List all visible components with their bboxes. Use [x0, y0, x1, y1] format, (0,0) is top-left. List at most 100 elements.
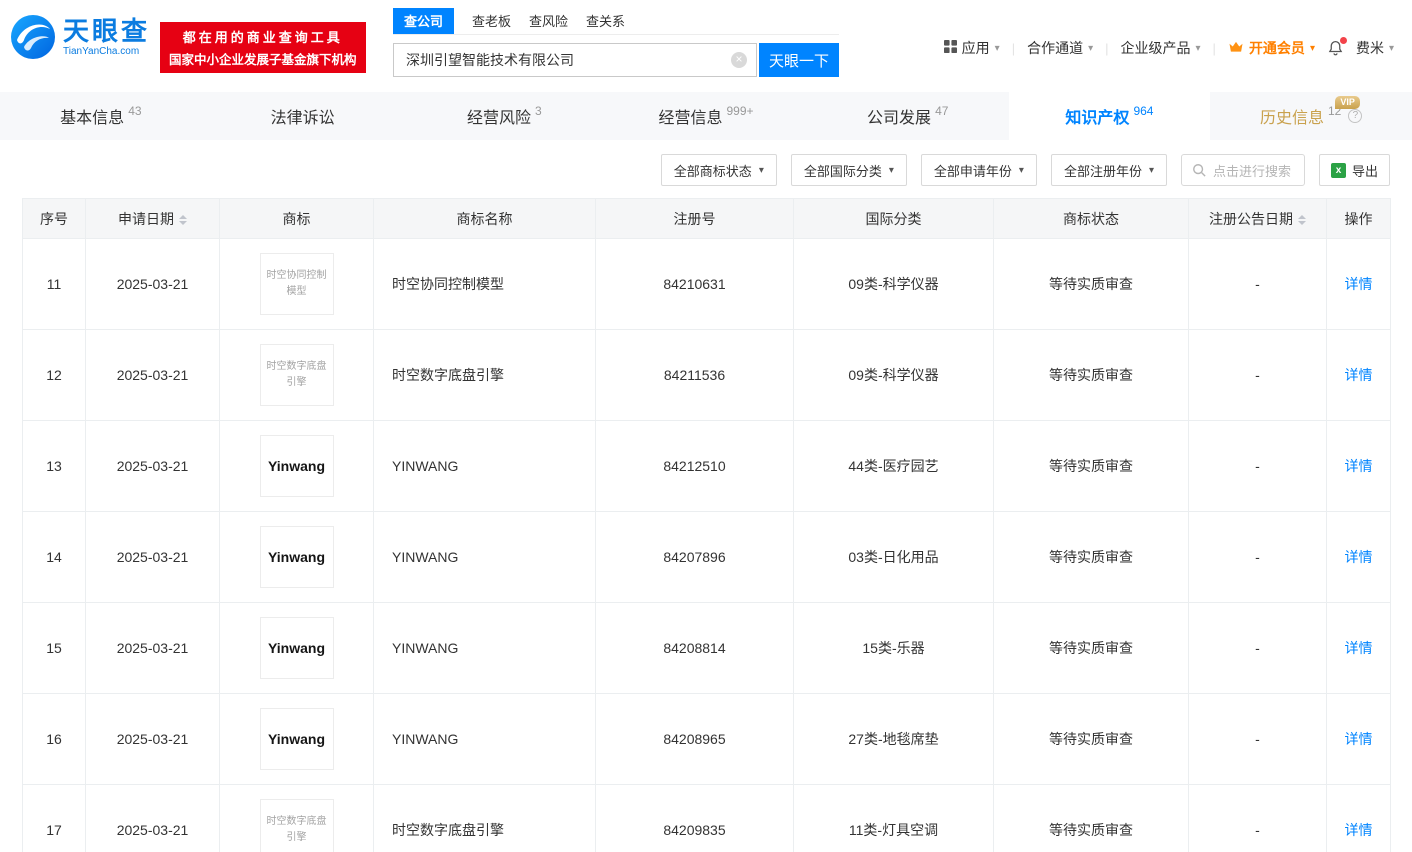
tab-count: 43: [128, 104, 142, 118]
cell-apply-date: 2025-03-21: [85, 784, 220, 852]
notification-dot: [1339, 37, 1347, 44]
notification-bell[interactable]: [1327, 37, 1347, 57]
cell-status: 等待实质审查: [993, 693, 1189, 785]
help-icon[interactable]: ?: [1348, 109, 1363, 123]
tab-法律诉讼[interactable]: 法律诉讼: [202, 92, 404, 140]
user-name: 费米: [1355, 40, 1384, 56]
tab-基本信息[interactable]: 基本信息 43: [0, 92, 202, 140]
detail-link[interactable]: 详情: [1345, 731, 1373, 747]
cell-intl-class: 15类-乐器: [793, 602, 994, 694]
detail-link[interactable]: 详情: [1345, 640, 1373, 656]
col-header-商标: 商标: [219, 198, 374, 239]
detail-link[interactable]: 详情: [1345, 549, 1373, 565]
nav-item-label: 企业级产品: [1120, 40, 1191, 56]
company-search-input[interactable]: [393, 43, 757, 77]
logo-text: 天眼查 TianYanCha.com: [63, 17, 150, 58]
detail-link[interactable]: 详情: [1345, 822, 1373, 838]
chevron-down-icon: ▾: [994, 42, 1000, 54]
tab-知识产权[interactable]: 知识产权 964: [1008, 92, 1211, 140]
nav-item-企业级产品[interactable]: 企业级产品 ▾: [1121, 38, 1201, 58]
cell-reg-number: 84210631: [595, 238, 794, 330]
filter-dropdown-label: 全部商标状态: [673, 163, 752, 179]
col-header-商标名称: 商标名称: [373, 198, 596, 239]
cell-trademark-image: 时空协同控制模型: [219, 238, 374, 330]
cell-action: 详情: [1326, 511, 1391, 603]
nav-item-label: 应用: [961, 40, 990, 56]
tab-经营信息[interactable]: 经营信息 999+: [605, 92, 807, 140]
export-button[interactable]: x 导出: [1318, 154, 1390, 186]
cell-reg-number: 84208965: [595, 693, 794, 785]
company-tab-bar: 基本信息 43 法律诉讼 经营风险 3 经营信息 999+ 公司发展 47 知识产权 964 历史信息…: [0, 92, 1412, 140]
cell-apply-date: 2025-03-21: [85, 238, 220, 330]
trademark-image[interactable]: Yinwang: [259, 617, 334, 679]
trademark-image[interactable]: Yinwang: [259, 526, 334, 588]
nav-item-应用[interactable]: 应用 ▾: [943, 38, 1000, 58]
filter-dropdowns: 全部商标状态 ▾ 全部国际分类 ▾ 全部申请年份 ▾ 全部注册年份 ▾: [660, 154, 1167, 186]
cell-intl-class: 27类-地毯席垫: [793, 693, 994, 785]
col-header-申请日期[interactable]: 申请日期: [85, 198, 220, 239]
cell-trademark-name: 时空数字底盘引擎: [373, 329, 596, 421]
logo[interactable]: 天眼查 TianYanCha.com: [10, 14, 150, 60]
search-input-wrap: ×: [393, 43, 757, 77]
filter-dropdown-全部商标状态[interactable]: 全部商标状态 ▾: [660, 154, 777, 186]
filter-bar: 全部商标状态 ▾ 全部国际分类 ▾ 全部申请年份 ▾ 全部注册年份 ▾ 点击进行搜索 x 导出: [22, 154, 1390, 186]
filter-dropdown-全部注册年份[interactable]: 全部注册年份 ▾: [1050, 154, 1167, 186]
nav-separator: |: [1212, 40, 1216, 56]
col-header-label: 商标名称: [456, 210, 513, 227]
nav-item-合作通道[interactable]: 合作通道 ▾: [1027, 38, 1093, 58]
cell-reg-number: 84208814: [595, 602, 794, 694]
nav-item-label: 开通会员: [1248, 40, 1305, 56]
detail-link[interactable]: 详情: [1345, 458, 1373, 474]
nav-separator: |: [1011, 40, 1016, 56]
filter-dropdown-label: 全部国际分类: [803, 163, 882, 179]
col-header-label: 操作: [1344, 210, 1373, 227]
filter-dropdown-全部国际分类[interactable]: 全部国际分类 ▾: [790, 154, 907, 186]
detail-link[interactable]: 详情: [1345, 367, 1373, 383]
tab-label: 法律诉讼: [270, 110, 335, 127]
trademark-image[interactable]: 时空数字底盘引擎: [259, 799, 334, 852]
tab-公司发展[interactable]: 公司发展 47: [807, 92, 1009, 140]
tab-经营风险[interactable]: 经营风险 3: [403, 92, 605, 140]
chevron-down-icon: ▾: [1195, 42, 1201, 54]
sort-icon[interactable]: [1298, 214, 1306, 225]
excel-icon: x: [1330, 162, 1346, 178]
trademark-table-body: 11 2025-03-21 时空协同控制模型 时空协同控制模型 84210631 09类-…: [22, 238, 1391, 852]
cell-announce-date: -: [1188, 784, 1327, 852]
user-menu[interactable]: 费米 ▾: [1356, 38, 1394, 58]
cell-action: 详情: [1326, 329, 1391, 421]
search-tab-查关系[interactable]: 查关系: [586, 11, 625, 34]
trademark-image[interactable]: 时空数字底盘引擎: [259, 344, 334, 406]
search-tab-查风险[interactable]: 查风险: [529, 11, 568, 34]
tab-历史信息[interactable]: 历史信息 12 VIP?: [1210, 92, 1412, 140]
cell-trademark-image: 时空数字底盘引擎: [219, 784, 374, 852]
trademark-row: 12 2025-03-21 时空数字底盘引擎 时空数字底盘引擎 84211536 09类-…: [22, 329, 1391, 421]
cell-trademark-image: Yinwang: [219, 420, 374, 512]
trademark-image[interactable]: Yinwang: [259, 708, 334, 770]
cell-index: 15: [22, 602, 86, 694]
chevron-down-icon: ▾: [1309, 42, 1315, 54]
search-button[interactable]: 天眼一下: [759, 43, 839, 77]
trademark-image[interactable]: 时空协同控制模型: [259, 253, 334, 315]
trademark-search-box[interactable]: 点击进行搜索: [1180, 154, 1305, 186]
search-row: × 天眼一下: [393, 43, 839, 77]
cell-announce-date: -: [1188, 511, 1327, 603]
cell-trademark-image: Yinwang: [219, 511, 374, 603]
clear-icon[interactable]: ×: [731, 52, 747, 68]
filter-dropdown-全部申请年份[interactable]: 全部申请年份 ▾: [920, 154, 1037, 186]
cell-trademark-name: YINWANG: [373, 511, 596, 603]
filter-dropdown-label: 全部注册年份: [1063, 163, 1142, 179]
search-tab-查老板[interactable]: 查老板: [472, 11, 511, 34]
sort-icon[interactable]: [179, 214, 187, 225]
tianyancha-logo-icon: [11, 15, 55, 59]
cell-status: 等待实质审查: [993, 238, 1189, 330]
search-tab-查公司[interactable]: 查公司: [393, 8, 455, 34]
cell-announce-date: -: [1188, 602, 1327, 694]
chevron-down-icon: ▾: [888, 164, 894, 176]
col-header-注册公告日期[interactable]: 注册公告日期: [1188, 198, 1327, 239]
col-header-label: 序号: [40, 210, 68, 227]
filter-dropdown-label: 全部申请年份: [933, 163, 1012, 179]
detail-link[interactable]: 详情: [1345, 276, 1373, 292]
tab-count: 47: [935, 104, 949, 118]
nav-item-开通会员[interactable]: 开通会员 ▾: [1228, 38, 1315, 58]
trademark-image[interactable]: Yinwang: [259, 435, 334, 497]
